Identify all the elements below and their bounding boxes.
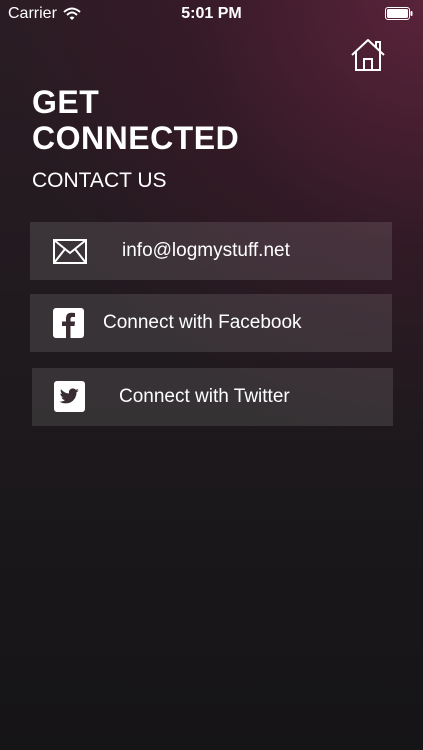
title-line-2: CONNECTED: [32, 120, 240, 156]
page-title: GET CONNECTED: [32, 84, 239, 156]
status-bar: Carrier 5:01 PM: [0, 0, 423, 28]
page-subtitle: CONTACT US: [32, 169, 167, 192]
battery-full-icon: [385, 7, 413, 20]
email-label: info@logmystuff.net: [122, 240, 290, 261]
envelope-icon: [53, 239, 87, 264]
title-line-1: GET: [32, 84, 100, 120]
facebook-icon: [53, 308, 84, 338]
twitter-button[interactable]: Connect with Twitter: [32, 368, 393, 426]
twitter-label: Connect with Twitter: [119, 386, 290, 407]
home-icon: [351, 39, 385, 71]
status-time: 5:01 PM: [181, 5, 242, 22]
facebook-label: Connect with Facebook: [103, 312, 302, 333]
home-button[interactable]: [350, 38, 386, 72]
facebook-button[interactable]: Connect with Facebook: [30, 294, 392, 352]
twitter-icon: [54, 381, 85, 412]
email-button[interactable]: info@logmystuff.net: [30, 222, 392, 280]
